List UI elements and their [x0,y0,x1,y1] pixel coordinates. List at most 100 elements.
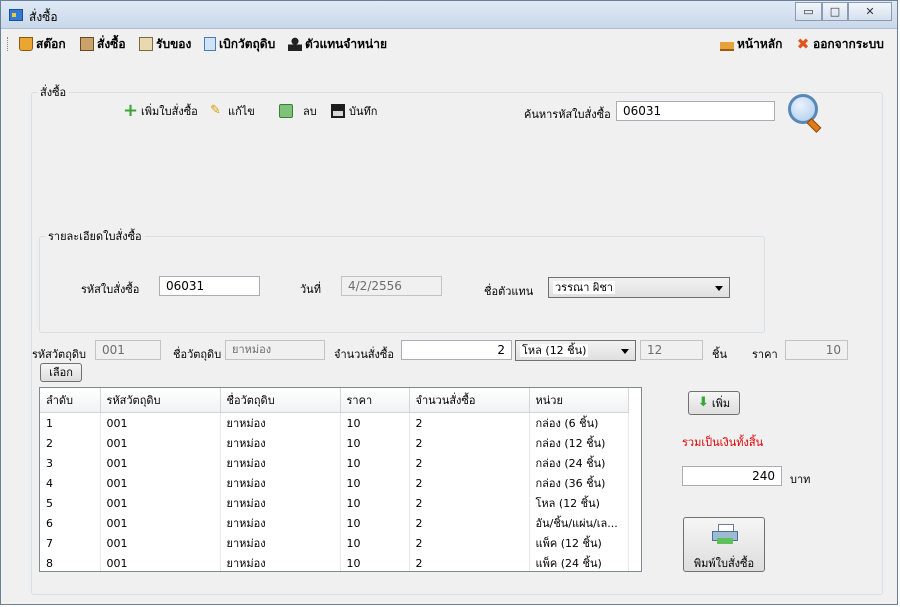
date-label: วันที่ [300,283,321,296]
table-cell: ยาหม่อง [220,433,341,453]
delete-icon [279,104,293,118]
table-cell: กล่อง (12 ชิ้น) [529,433,629,453]
basket-icon [19,37,33,51]
table-row[interactable]: 6 001 ยาหม่อง 10 2 อัน/ชิ้น/แผ่น/เล... [40,513,629,533]
total-field[interactable]: 240 [682,466,782,486]
table-row[interactable]: 8 001 ยาหม่อง 10 2 แพ็ค (24 ชิ้น) [40,553,629,571]
print-order-button[interactable]: พิมพ์ใบสั่งซื้อ [683,517,765,572]
table-cell: 001 [100,473,221,493]
edit-button[interactable]: ✎ แก้ไข [210,101,255,121]
table-row[interactable]: 4 001 ยาหม่อง 10 2 กล่อง (36 ชิ้น) [40,473,629,493]
column-header[interactable]: จำนวนสั่งซื้อ [409,388,530,413]
select-button[interactable]: เลือก [40,363,82,382]
delete-button[interactable]: ลบ [279,101,317,121]
menu-agent[interactable]: ตัวแทนจำหน่าย [288,36,387,52]
column-header[interactable]: ชื่อวัตถุดิบ [220,388,341,413]
pieces-label: ชิ้น [712,348,727,361]
save-button[interactable]: บันทึก [331,101,377,121]
table-cell: 10 [340,433,410,453]
material-name-field[interactable]: ยาหม่อง [225,340,325,360]
table-cell: 001 [100,553,221,571]
menu-home[interactable]: หน้าหลัก [720,36,782,52]
search-icon[interactable] [787,93,823,133]
menu-receive[interactable]: รับของ [139,36,191,52]
pieces-field[interactable]: 12 [640,340,703,360]
unit-select[interactable]: โหล (12 ชิ้น) [515,340,636,361]
table-cell: 1 [40,412,101,433]
menu-withdraw[interactable]: เบิกวัตถุดิบ [204,36,275,52]
close-button[interactable]: ✕ [848,2,892,21]
table-row[interactable]: 7 001 ยาหม่อง 10 2 แพ็ค (12 ชิ้น) [40,533,629,553]
table-cell: โหล (12 ชิ้น) [529,493,629,513]
app-icon [9,9,23,21]
table-cell: 2 [409,513,530,533]
column-header[interactable]: ลำดับ [40,388,101,413]
table-cell: 3 [40,453,101,473]
minimize-button[interactable]: ▭ [795,2,822,21]
table-cell: 001 [100,453,221,473]
table-cell: 001 [100,412,221,433]
table-cell: ยาหม่อง [220,513,341,533]
price-field[interactable]: 10 [785,340,848,360]
pencil-icon: ✎ [210,103,221,118]
menu-order[interactable]: สั่งซื้อ [80,36,126,52]
menu-stock[interactable]: สต๊อก [19,36,66,52]
table-cell: 10 [340,412,410,433]
table-cell: ยาหม่อง [220,412,341,433]
table-cell: 4 [40,473,101,493]
table-row[interactable]: 5 001 ยาหม่อง 10 2 โหล (12 ชิ้น) [40,493,629,513]
receive-icon [139,37,153,51]
table-cell: 10 [340,473,410,493]
search-label: ค้นหารหัสใบสั่งซื้อ [524,108,611,121]
table-cell: 2 [409,553,530,571]
chevron-down-icon [715,286,723,291]
agent-label: ชื่อตัวแทน [484,285,534,298]
table-cell: 7 [40,533,101,553]
add-item-button[interactable]: ⬇ เพิ่ม [688,391,740,415]
menu-logout[interactable]: ✖ ออกจากระบบ [796,36,884,52]
clipboard-icon [80,37,94,51]
qty-label: จำนวนสั่งซื้อ [334,348,394,361]
column-header[interactable]: รหัสวัตถุดิบ [100,388,221,413]
table-row[interactable]: 2 001 ยาหม่อง 10 2 กล่อง (12 ชิ้น) [40,433,629,453]
table-row[interactable]: 1 001 ยาหม่อง 10 2 กล่อง (6 ชิ้น) [40,412,629,433]
document-icon [204,37,216,51]
items-table: ลำดับ รหัสวัตถุดิบ ชื่อวัตถุดิบ ราคา จำนวนสั… [40,388,629,571]
search-input[interactable]: 06031 [616,101,775,121]
chevron-down-icon [621,349,629,354]
exit-icon: ✖ [796,35,810,53]
details-group-label: รายละเอียดใบสั่งซื้อ [48,230,142,243]
order-id-field[interactable]: 06031 [159,276,260,296]
column-header[interactable]: หน่วย [529,388,629,413]
table-body: 1 001 ยาหม่อง 10 2 กล่อง (6 ชิ้น) 2 001 ยาหม่อง 1… [40,412,629,571]
table-cell: 2 [409,533,530,553]
material-id-label: รหัสวัตถุดิบ [32,348,86,361]
currency-label: บาท [790,473,811,486]
table-row[interactable]: 3 001 ยาหม่อง 10 2 กล่อง (24 ชิ้น) [40,453,629,473]
qty-input[interactable]: 2 [401,340,512,360]
material-id-field[interactable]: 001 [95,340,161,360]
plus-icon: + [123,100,139,121]
table-cell: 2 [409,453,530,473]
order-window: สั่งซื้อ ▭ □ ✕ สต๊อก สั่งซื้อ รับของ เบิ… [0,0,898,605]
table-cell: ยาหม่อง [220,473,341,493]
printer-icon [712,524,738,544]
agent-select[interactable]: วรรณา ผิชา [548,277,730,298]
add-order-button[interactable]: + เพิ่มใบสั่งซื้อ [123,101,198,121]
table-cell: กล่อง (24 ชิ้น) [529,453,629,473]
floppy-disk-icon [331,104,345,118]
menu-bar: สต๊อก สั่งซื้อ รับของ เบิกวัตถุดิบ ตัวแท… [1,29,897,59]
price-label: ราคา [752,348,778,361]
table-cell: 10 [340,553,410,571]
date-field[interactable]: 4/2/2556 [341,276,442,296]
table-cell: 2 [409,433,530,453]
table-cell: 8 [40,553,101,571]
table-cell: 001 [100,433,221,453]
table-cell: อัน/ชิ้น/แผ่น/เล... [529,513,629,533]
table-cell: 10 [340,493,410,513]
arrow-down-icon: ⬇ [697,395,709,410]
maximize-button[interactable]: □ [822,2,848,21]
material-name-label: ชื่อวัตถุดิบ [173,348,222,361]
column-header[interactable]: ราคา [340,388,410,413]
total-label: รวมเป็นเงินทั้งสิ้น [682,436,764,449]
